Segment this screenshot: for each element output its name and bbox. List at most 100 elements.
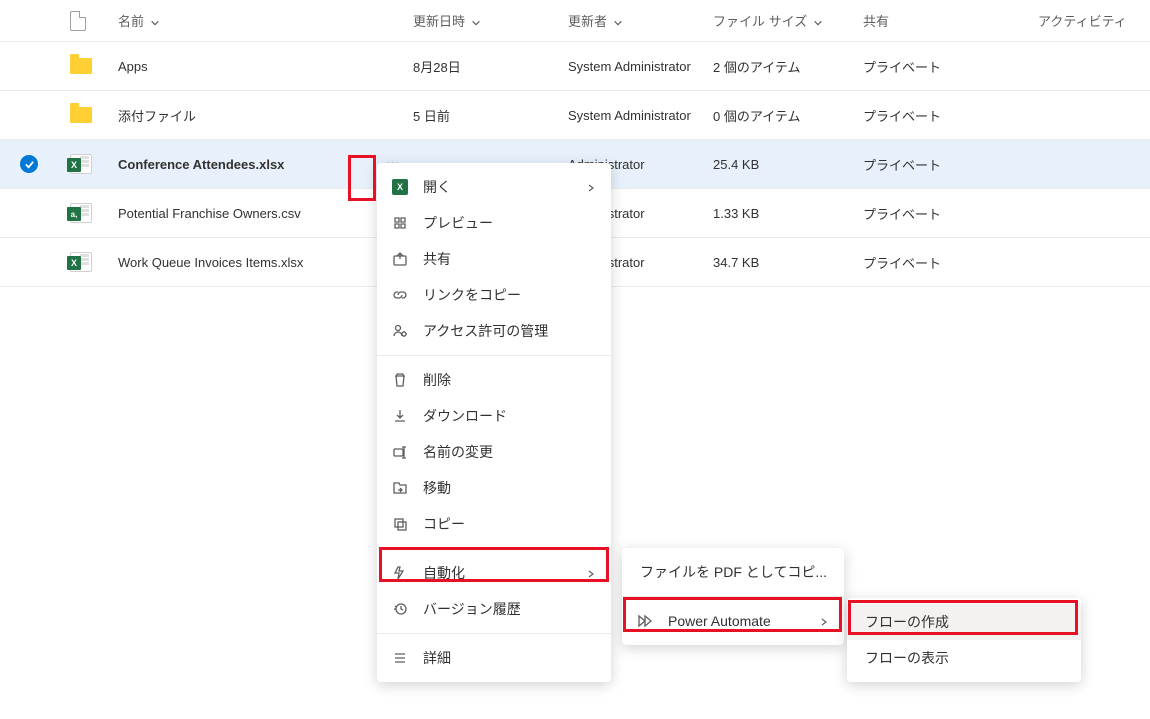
file-sharing: プライベート	[863, 253, 1038, 272]
column-header-size[interactable]: ファイル サイズ	[713, 11, 863, 30]
menu-item-move[interactable]: 移動	[377, 470, 611, 506]
excel-file-icon	[70, 252, 92, 272]
menu-item-label: ファイルを PDF としてコピ...	[640, 562, 830, 582]
file-modified-by: System Administrator	[568, 59, 713, 74]
menu-item-copy-link[interactable]: リンクをコピー	[377, 277, 611, 313]
automate-icon	[391, 564, 409, 582]
column-header-name-label: 名前	[118, 11, 144, 30]
file-name[interactable]: Potential Franchise Owners.csv	[118, 206, 301, 221]
menu-item-label: リンクをコピー	[423, 285, 597, 305]
column-header-modified[interactable]: 更新日時	[413, 11, 568, 30]
menu-item-label: バージョン履歴	[423, 599, 597, 619]
menu-item-label: Power Automate	[668, 613, 806, 629]
file-context-menu: X 開く プレビュー 共有 リンクをコピー アクセス許可の管理 削除 ダウンロー…	[377, 163, 611, 682]
column-header-modified-by[interactable]: 更新者	[568, 11, 713, 30]
power-automate-submenu: フローの作成 フローの表示	[847, 598, 1081, 682]
menu-separator	[377, 355, 611, 356]
column-header-name[interactable]: 名前	[118, 11, 413, 30]
excel-icon: X	[391, 178, 409, 196]
menu-item-download[interactable]: ダウンロード	[377, 398, 611, 434]
file-type-column-icon	[70, 11, 86, 31]
file-size: 25.4 KB	[713, 157, 863, 172]
menu-item-open[interactable]: X 開く	[377, 169, 611, 205]
menu-item-label: フローの表示	[865, 648, 1067, 668]
csv-file-icon	[70, 203, 92, 223]
file-size: 34.7 KB	[713, 255, 863, 270]
folder-icon	[70, 107, 92, 123]
column-header-modified-label: 更新日時	[413, 11, 465, 30]
menu-item-label: 詳細	[423, 648, 597, 668]
column-header-sharing[interactable]: 共有	[863, 11, 1038, 30]
menu-item-pdf-copy[interactable]: ファイルを PDF としてコピ...	[622, 554, 844, 590]
preview-icon	[391, 214, 409, 232]
menu-item-label: フローの作成	[865, 612, 1067, 632]
file-modified-date: 8月28日	[413, 57, 568, 76]
menu-item-share[interactable]: 共有	[377, 241, 611, 277]
download-icon	[391, 407, 409, 425]
menu-item-label: 移動	[423, 478, 597, 498]
move-icon	[391, 479, 409, 497]
menu-item-label: 共有	[423, 249, 597, 269]
file-name[interactable]: Apps	[118, 59, 148, 74]
chevron-down-icon	[613, 16, 623, 26]
menu-item-delete[interactable]: 削除	[377, 362, 611, 398]
menu-item-power-automate[interactable]: Power Automate	[622, 603, 844, 639]
history-icon	[391, 600, 409, 618]
menu-item-view-flows[interactable]: フローの表示	[847, 640, 1081, 676]
menu-item-manage-permissions[interactable]: アクセス許可の管理	[377, 313, 611, 349]
menu-separator	[377, 548, 611, 549]
menu-item-label: 名前の変更	[423, 442, 597, 462]
menu-item-label: 開く	[423, 177, 573, 197]
menu-item-copy[interactable]: コピー	[377, 506, 611, 542]
file-row[interactable]: 添付ファイル 5 日前System Administrator0 個のアイテムプラ…	[0, 91, 1150, 140]
file-list-header: 名前 更新日時 更新者 ファイル サイズ 共有 アクティビティ	[0, 0, 1150, 42]
file-sharing: プライベート	[863, 106, 1038, 125]
chevron-down-icon	[150, 16, 160, 26]
link-icon	[391, 286, 409, 304]
file-row[interactable]: Apps 8月28日System Administrator2 個のアイテムプライ…	[0, 42, 1150, 91]
column-header-activity[interactable]: アクティビティ	[1038, 11, 1150, 30]
file-size: 0 個のアイテム	[713, 106, 863, 125]
file-name[interactable]: Conference Attendees.xlsx	[118, 157, 284, 172]
chevron-down-icon	[471, 16, 481, 26]
menu-item-automate[interactable]: 自動化	[377, 555, 611, 591]
file-size: 1.33 KB	[713, 206, 863, 221]
folder-icon	[70, 58, 92, 74]
chevron-down-icon	[813, 16, 823, 26]
menu-item-label: プレビュー	[423, 213, 597, 233]
menu-item-details[interactable]: 詳細	[377, 640, 611, 676]
menu-item-label: アクセス許可の管理	[423, 321, 597, 341]
copy-icon	[391, 515, 409, 533]
chevron-right-icon	[587, 565, 597, 581]
menu-item-create-flow[interactable]: フローの作成	[847, 604, 1081, 640]
column-header-activity-label: アクティビティ	[1038, 11, 1127, 30]
file-name[interactable]: 添付ファイル	[118, 106, 196, 125]
menu-item-rename[interactable]: 名前の変更	[377, 434, 611, 470]
automate-submenu: ファイルを PDF としてコピ... Power Automate	[622, 548, 844, 645]
selected-check-icon[interactable]	[20, 155, 38, 173]
menu-separator	[377, 633, 611, 634]
share-icon	[391, 250, 409, 268]
file-sharing: プライベート	[863, 204, 1038, 223]
file-name[interactable]: Work Queue Invoices Items.xlsx	[118, 255, 303, 270]
file-modified-date: 5 日前	[413, 106, 568, 125]
menu-item-label: 自動化	[423, 563, 573, 583]
details-icon	[391, 649, 409, 667]
permissions-icon	[391, 322, 409, 340]
delete-icon	[391, 371, 409, 389]
excel-file-icon	[70, 154, 92, 174]
column-header-sharing-label: 共有	[863, 11, 889, 30]
file-size: 2 個のアイテム	[713, 57, 863, 76]
menu-item-label: 削除	[423, 370, 597, 390]
chevron-right-icon	[820, 613, 830, 629]
menu-item-preview[interactable]: プレビュー	[377, 205, 611, 241]
file-sharing: プライベート	[863, 57, 1038, 76]
column-header-modified-by-label: 更新者	[568, 11, 607, 30]
file-modified-by: System Administrator	[568, 108, 713, 123]
rename-icon	[391, 443, 409, 461]
file-sharing: プライベート	[863, 155, 1038, 174]
menu-item-label: ダウンロード	[423, 406, 597, 426]
menu-item-version-history[interactable]: バージョン履歴	[377, 591, 611, 627]
column-header-size-label: ファイル サイズ	[713, 11, 807, 30]
chevron-right-icon	[587, 179, 597, 195]
